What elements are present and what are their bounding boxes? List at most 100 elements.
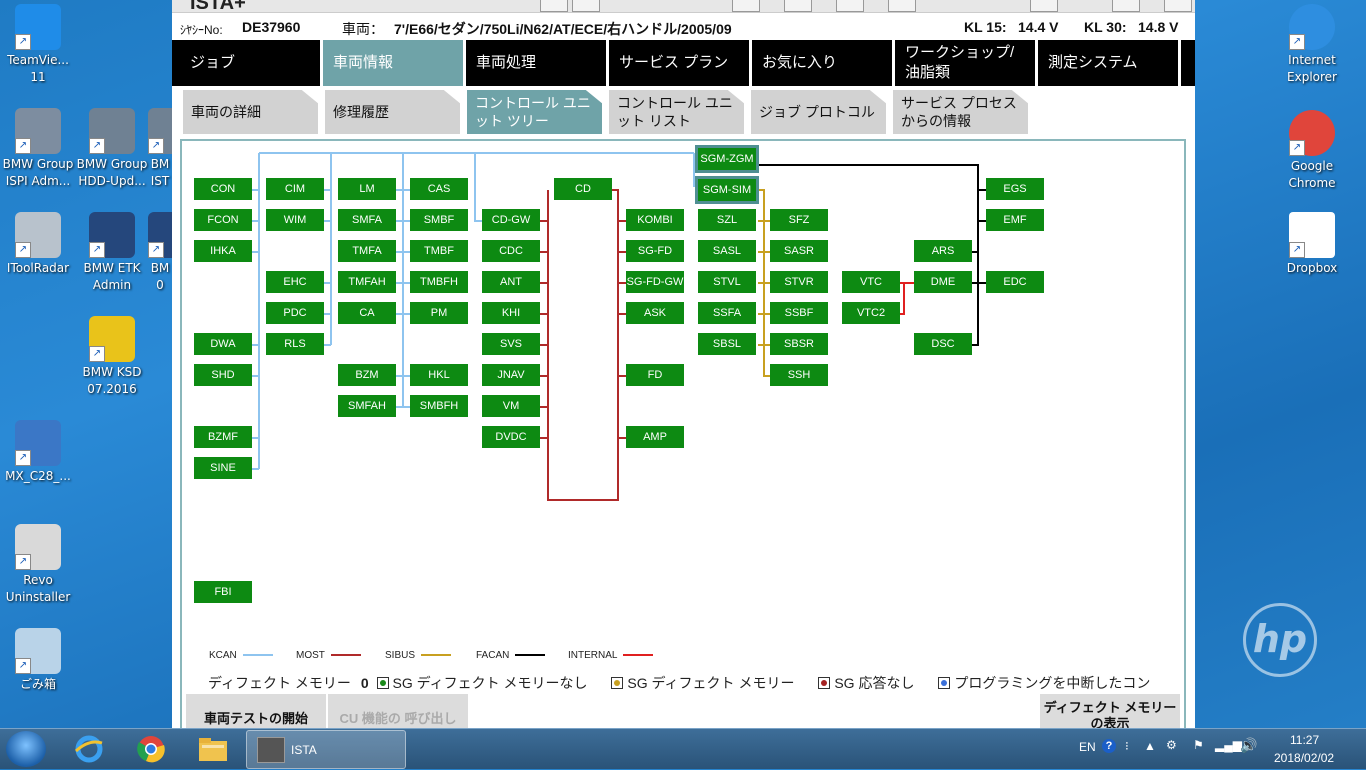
ecu-pm[interactable]: PM: [410, 302, 468, 324]
cu-function-call-button[interactable]: CU 機能の 呼び出し: [328, 694, 468, 728]
ecu-szl[interactable]: SZL: [698, 209, 756, 231]
ecu-rls[interactable]: RLS: [266, 333, 324, 355]
ecu-sg-fd[interactable]: SG-FD: [626, 240, 684, 262]
ecu-sine[interactable]: SINE: [194, 457, 252, 479]
ecu-ca[interactable]: CA: [338, 302, 396, 324]
ecu-ssh[interactable]: SSH: [770, 364, 828, 386]
tray-expand-icon[interactable]: ▲: [1144, 739, 1156, 753]
ecu-fbi[interactable]: FBI: [194, 581, 252, 603]
ecu-svs[interactable]: SVS: [482, 333, 540, 355]
ecu-fd[interactable]: FD: [626, 364, 684, 386]
ecu-edc[interactable]: EDC: [986, 271, 1044, 293]
ecu-dwa[interactable]: DWA: [194, 333, 252, 355]
legend-line: [515, 654, 546, 657]
ecu-cd[interactable]: CD: [554, 178, 612, 200]
file-explorer-icon[interactable]: [196, 733, 230, 765]
start-button[interactable]: [6, 731, 46, 767]
dropbox-desktop-icon[interactable]: ↗ Dropbox: [1274, 212, 1350, 277]
bmw-ksd-icon[interactable]: ↗ BMW KSD 07.2016: [74, 316, 150, 398]
volume-icon[interactable]: 🔊: [1240, 737, 1257, 754]
ecu-sbsr[interactable]: SBSR: [770, 333, 828, 355]
ecu-ehc[interactable]: EHC: [266, 271, 324, 293]
ecu-sgm-zgm[interactable]: SGM-ZGM: [695, 145, 759, 173]
mx-c28-icon[interactable]: ↗ MX_C28_...: [0, 420, 76, 485]
ecu-amp[interactable]: AMP: [626, 426, 684, 448]
ecu-ask[interactable]: ASK: [626, 302, 684, 324]
bmw-etk-admin-icon[interactable]: ↗ BMW ETK Admin: [74, 212, 150, 294]
ecu-dsc[interactable]: DSC: [914, 333, 972, 355]
ecu-stvr[interactable]: STVR: [770, 271, 828, 293]
signal-icon[interactable]: ▂▄▆: [1215, 738, 1242, 752]
itoolradar-icon[interactable]: ↗ IToolRadar: [0, 212, 76, 277]
ecu-fcon[interactable]: FCON: [194, 209, 252, 231]
ecu-sg-fd-gw[interactable]: SG-FD-GW: [626, 271, 684, 293]
ecu-ant[interactable]: ANT: [482, 271, 540, 293]
ecu-dvdc[interactable]: DVDC: [482, 426, 540, 448]
ecu-ssbf[interactable]: SSBF: [770, 302, 828, 324]
ecu-smbfh[interactable]: SMBFH: [410, 395, 468, 417]
ecu-cdc[interactable]: CDC: [482, 240, 540, 262]
ecu-cd-gw[interactable]: CD-GW: [482, 209, 540, 231]
bmw-ista-icon[interactable]: ↗ BM IST: [148, 108, 172, 190]
ecu-bzmf[interactable]: BZMF: [194, 426, 252, 448]
revo-uninstaller-icon[interactable]: ↗ Revo Uninstaller: [0, 524, 76, 606]
ecu-bzm[interactable]: BZM: [338, 364, 396, 386]
teamviewer-icon[interactable]: ↗ TeamVie... 11: [0, 4, 76, 86]
ecu-shd[interactable]: SHD: [194, 364, 252, 386]
help-icon[interactable]: ?: [1102, 739, 1116, 753]
ecu-tmfah[interactable]: TMFAH: [338, 271, 396, 293]
ecu-tmbf[interactable]: TMBF: [410, 240, 468, 262]
ecu-sasl[interactable]: SASL: [698, 240, 756, 262]
ecu-kombi[interactable]: KOMBI: [626, 209, 684, 231]
desktop-icon-label: MX_C28_...: [5, 469, 71, 483]
ecu-tmbfh[interactable]: TMBFH: [410, 271, 468, 293]
bmw-app-icon[interactable]: ↗ BM 0: [148, 212, 172, 294]
ecu-jnav[interactable]: JNAV: [482, 364, 540, 386]
ecu-tmfa[interactable]: TMFA: [338, 240, 396, 262]
ecu-sgm-sim[interactable]: SGM-SIM: [695, 176, 759, 204]
defect-label: ディフェクト メモリー: [208, 675, 351, 691]
internet-explorer-desktop-icon[interactable]: ↗ Internet Explorer: [1274, 4, 1350, 86]
chrome-icon[interactable]: [134, 733, 168, 765]
ecu-sasr[interactable]: SASR: [770, 240, 828, 262]
tray-dots-icon[interactable]: ⁝: [1125, 739, 1129, 753]
ecu-pdc[interactable]: PDC: [266, 302, 324, 324]
clock-time[interactable]: 11:27: [1290, 733, 1319, 747]
ecu-dme[interactable]: DME: [914, 271, 972, 293]
ecu-emf[interactable]: EMF: [986, 209, 1044, 231]
ecu-vtc[interactable]: VTC: [842, 271, 900, 293]
ecu-cim[interactable]: CIM: [266, 178, 324, 200]
ecu-wim[interactable]: WIM: [266, 209, 324, 231]
recycle-bin-icon[interactable]: ↗ ごみ箱: [0, 628, 76, 693]
ecu-vtc2[interactable]: VTC2: [842, 302, 900, 324]
ecu-sfz[interactable]: SFZ: [770, 209, 828, 231]
language-indicator[interactable]: EN: [1079, 740, 1096, 754]
start-vehicle-test-button[interactable]: 車両テストの開始: [186, 694, 326, 728]
show-defect-memory-button[interactable]: ディフェクト メモリーの表示: [1040, 694, 1180, 728]
ecu-ars[interactable]: ARS: [914, 240, 972, 262]
ecu-lm[interactable]: LM: [338, 178, 396, 200]
ecu-khi[interactable]: KHI: [482, 302, 540, 324]
taskbar-ista[interactable]: ISTA: [246, 730, 406, 769]
clock-date[interactable]: 2018/02/02: [1274, 751, 1334, 765]
ecu-vm[interactable]: VM: [482, 395, 540, 417]
ecu-ssfa[interactable]: SSFA: [698, 302, 756, 324]
flag-icon[interactable]: ⚑: [1193, 738, 1204, 752]
ecu-smfah[interactable]: SMFAH: [338, 395, 396, 417]
ecu-cas[interactable]: CAS: [410, 178, 468, 200]
ecu-con[interactable]: CON: [194, 178, 252, 200]
ispi-admin-icon[interactable]: ↗ BMW Group ISPI Adm...: [0, 108, 76, 190]
ecu-egs[interactable]: EGS: [986, 178, 1044, 200]
ecu-sbsl[interactable]: SBSL: [698, 333, 756, 355]
ecu-smfa[interactable]: SMFA: [338, 209, 396, 231]
ecu-ihka[interactable]: IHKA: [194, 240, 252, 262]
desktop-icon-label: IToolRadar: [6, 261, 70, 275]
internet-explorer-icon[interactable]: [72, 733, 106, 765]
network-icon[interactable]: ⚙: [1166, 738, 1177, 752]
ecu-smbf[interactable]: SMBF: [410, 209, 468, 231]
google-chrome-desktop-icon[interactable]: ↗ Google Chrome: [1274, 110, 1350, 192]
hdd-update-icon[interactable]: ↗ BMW Group HDD-Upd...: [74, 108, 150, 190]
ecu-hkl[interactable]: HKL: [410, 364, 468, 386]
ecu-stvl[interactable]: STVL: [698, 271, 756, 293]
status-no-response: SG 応答なし: [834, 675, 915, 691]
